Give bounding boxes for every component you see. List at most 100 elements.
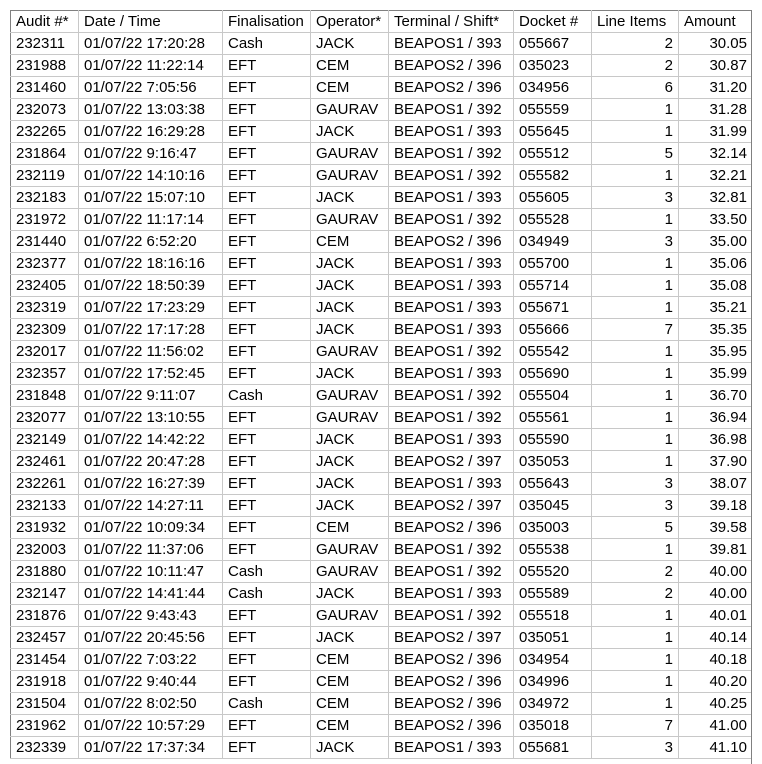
cell-audit[interactable]: 232265 [10,120,79,143]
cell-terminal[interactable]: BEAPOS2 / 397 [388,626,514,649]
cell-lineitems[interactable]: 1 [591,626,679,649]
table-row[interactable]: 232077 01/07/22 13:10:55 EFT GAURAV BEAPOS1 … [10,406,752,429]
table-row[interactable]: 231848 01/07/22 9:11:07 Cash GAURAV BEAPOS1 … [10,384,752,407]
cell-terminal[interactable]: BEAPOS2 / 396 [388,670,514,693]
cell-operator[interactable]: JACK [310,362,389,385]
cell-amount[interactable]: 35.00 [678,230,752,253]
cell-lineitems[interactable]: 1 [591,406,679,429]
table-row[interactable]: 232311 01/07/22 17:20:28 Cash JACK BEAPOS1 /… [10,32,752,55]
cell-audit[interactable]: 232073 [10,98,79,121]
cell-lineitems[interactable]: 2 [591,54,679,77]
cell-final[interactable]: EFT [222,450,311,473]
cell-operator[interactable]: GAURAV [310,142,389,165]
cell-terminal[interactable]: BEAPOS1 / 392 [388,604,514,627]
cell-operator[interactable]: JACK [310,626,389,649]
cell-final[interactable]: EFT [222,736,311,759]
cell-datetime[interactable]: 01/07/22 9:16:47 [78,142,223,165]
column-header-datetime[interactable]: Date / Time [78,10,223,33]
table-row[interactable]: 232149 01/07/22 14:42:22 EFT JACK BEAPOS1 / … [10,428,752,451]
cell-datetime[interactable]: 01/07/22 17:20:28 [78,32,223,55]
cell-operator[interactable]: JACK [310,296,389,319]
cell-amount[interactable]: 35.21 [678,296,752,319]
cell-docket[interactable]: 035051 [513,626,592,649]
cell-final[interactable]: EFT [222,208,311,231]
cell-operator[interactable]: GAURAV [310,604,389,627]
cell-docket[interactable]: 035045 [513,494,592,517]
cell-docket[interactable]: 055667 [513,32,592,55]
cell-final[interactable]: Cash [222,692,311,715]
cell-final[interactable]: EFT [222,516,311,539]
cell-operator[interactable]: GAURAV [310,98,389,121]
table-row[interactable]: 232261 01/07/22 16:27:39 EFT JACK BEAPOS1 / … [10,472,752,495]
cell-terminal[interactable]: BEAPOS1 / 393 [388,120,514,143]
cell-operator[interactable]: GAURAV [310,164,389,187]
cell-final[interactable]: EFT [222,714,311,737]
cell-datetime[interactable]: 01/07/22 11:56:02 [78,340,223,363]
cell-amount[interactable]: 40.00 [678,560,752,583]
cell-lineitems[interactable]: 1 [591,164,679,187]
cell-final[interactable]: EFT [222,120,311,143]
cell-datetime[interactable]: 01/07/22 10:11:47 [78,560,223,583]
cell-docket[interactable]: 035003 [513,516,592,539]
cell-datetime[interactable]: 01/07/22 9:40:44 [78,670,223,693]
cell-lineitems[interactable]: 2 [591,560,679,583]
cell-datetime[interactable]: 01/07/22 14:42:22 [78,428,223,451]
cell-terminal[interactable]: BEAPOS2 / 396 [388,54,514,77]
cell-amount[interactable]: 40.25 [678,692,752,715]
cell-amount[interactable]: 31.99 [678,120,752,143]
cell-datetime[interactable]: 01/07/22 10:09:34 [78,516,223,539]
cell-docket[interactable]: 055528 [513,208,592,231]
column-header-operator[interactable]: Operator* [310,10,389,33]
cell-audit[interactable]: 232319 [10,296,79,319]
cell-amount[interactable]: 30.87 [678,54,752,77]
cell-datetime[interactable]: 01/07/22 17:52:45 [78,362,223,385]
table-row[interactable]: 232319 01/07/22 17:23:29 EFT JACK BEAPOS1 / … [10,296,752,319]
cell-terminal[interactable]: BEAPOS1 / 393 [388,582,514,605]
cell-audit[interactable]: 232183 [10,186,79,209]
cell-lineitems[interactable]: 1 [591,384,679,407]
cell-lineitems[interactable]: 2 [591,582,679,605]
cell-lineitems[interactable]: 1 [591,362,679,385]
cell-amount[interactable]: 39.18 [678,494,752,517]
table-row[interactable]: 232147 01/07/22 14:41:44 Cash JACK BEAPOS1 /… [10,582,752,605]
cell-datetime[interactable]: 01/07/22 15:07:10 [78,186,223,209]
cell-datetime[interactable]: 01/07/22 7:03:22 [78,648,223,671]
cell-docket[interactable]: 035018 [513,714,592,737]
cell-audit[interactable]: 232077 [10,406,79,429]
cell-terminal[interactable]: BEAPOS1 / 393 [388,274,514,297]
cell-docket[interactable]: 055561 [513,406,592,429]
cell-lineitems[interactable]: 1 [591,274,679,297]
cell-terminal[interactable]: BEAPOS2 / 396 [388,76,514,99]
table-row[interactable]: 231440 01/07/22 6:52:20 EFT CEM BEAPOS2 / 39… [10,230,752,253]
cell-datetime[interactable]: 01/07/22 16:27:39 [78,472,223,495]
column-header-amount[interactable]: Amount [678,10,752,33]
cell-amount[interactable]: 35.06 [678,252,752,275]
cell-docket[interactable]: 055504 [513,384,592,407]
cell-audit[interactable]: 232461 [10,450,79,473]
cell-lineitems[interactable]: 1 [591,450,679,473]
cell-final[interactable]: EFT [222,76,311,99]
cell-terminal[interactable]: BEAPOS1 / 392 [388,560,514,583]
table-row[interactable]: 231864 01/07/22 9:16:47 EFT GAURAV BEAPOS1 /… [10,142,752,165]
table-row[interactable]: 231460 01/07/22 7:05:56 EFT CEM BEAPOS2 / 39… [10,76,752,99]
cell-docket[interactable]: 034956 [513,76,592,99]
cell-final[interactable]: Cash [222,560,311,583]
cell-lineitems[interactable]: 3 [591,494,679,517]
cell-docket[interactable]: 055666 [513,318,592,341]
table-row[interactable]: 232377 01/07/22 18:16:16 EFT JACK BEAPOS1 / … [10,252,752,275]
cell-operator[interactable]: CEM [310,516,389,539]
cell-lineitems[interactable]: 7 [591,714,679,737]
cell-terminal[interactable]: BEAPOS1 / 392 [388,406,514,429]
cell-amount[interactable]: 40.14 [678,626,752,649]
cell-operator[interactable]: CEM [310,692,389,715]
table-row[interactable]: 232003 01/07/22 11:37:06 EFT GAURAV BEAPOS1 … [10,538,752,561]
cell-docket[interactable]: 034954 [513,648,592,671]
cell-terminal[interactable]: BEAPOS2 / 397 [388,494,514,517]
cell-final[interactable]: EFT [222,362,311,385]
table-row[interactable]: 231932 01/07/22 10:09:34 EFT CEM BEAPOS2 / 3… [10,516,752,539]
table-row[interactable]: 232133 01/07/22 14:27:11 EFT JACK BEAPOS2 / … [10,494,752,517]
cell-terminal[interactable]: BEAPOS1 / 393 [388,428,514,451]
cell-lineitems[interactable]: 1 [591,670,679,693]
cell-lineitems[interactable]: 1 [591,428,679,451]
table-row[interactable]: 231962 01/07/22 10:57:29 EFT CEM BEAPOS2 / 3… [10,714,752,737]
